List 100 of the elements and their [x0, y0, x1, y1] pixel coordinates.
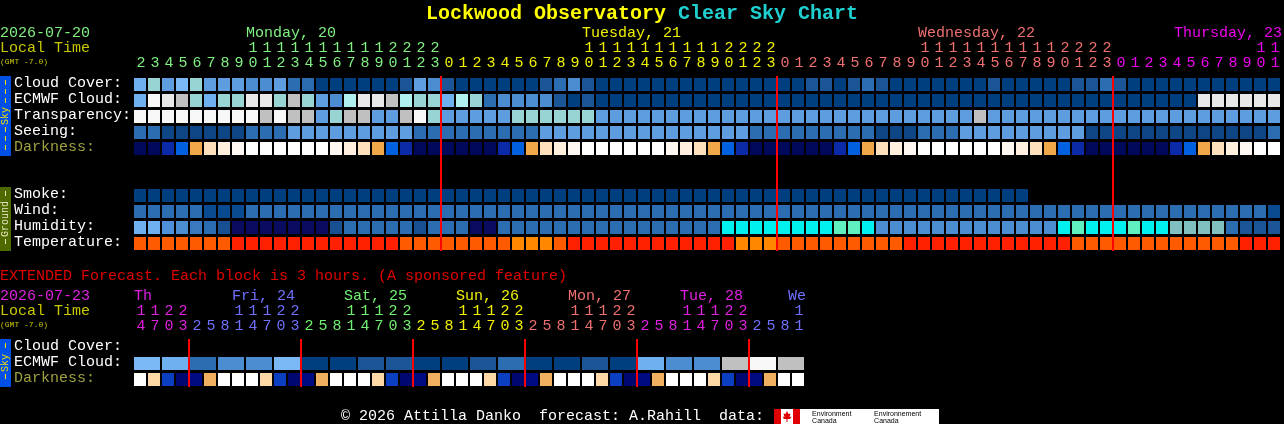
hour-label: 1 — [458, 56, 468, 71]
hour-label: 14 — [696, 304, 706, 334]
row-label: Smoke: — [14, 187, 69, 203]
hour-label: 5 — [206, 319, 216, 334]
hour-label: 17 — [346, 41, 356, 71]
hour-label: 4 — [1172, 56, 1182, 71]
hour-label: 19 — [710, 41, 720, 71]
hour-label: 17 — [1018, 41, 1028, 71]
hour-label: 14 — [360, 304, 370, 334]
midnight-line — [748, 339, 750, 387]
hour-label: 3 — [822, 56, 832, 71]
hour-label: 11 — [234, 304, 244, 334]
day-label: Thursday, 23 — [1174, 26, 1283, 41]
hour-label: 8 — [220, 319, 230, 334]
hour-label: 18 — [696, 41, 706, 71]
hour-label: 15 — [990, 41, 1000, 71]
day-label: Mon, 27 — [568, 289, 631, 304]
hour-label: 15 — [654, 41, 664, 71]
row-label: Darkness: — [14, 371, 96, 387]
hour-label: 22 — [1088, 41, 1098, 71]
hour-label: 6 — [192, 56, 202, 71]
hour-label: 5 — [542, 319, 552, 334]
hour-label: 11 — [346, 304, 356, 334]
midnight-line — [636, 339, 638, 387]
hour-label: 23 — [626, 304, 636, 334]
hour-label: 23 — [1102, 41, 1112, 71]
hour-label: 14 — [584, 304, 594, 334]
hour-label: 8 — [556, 319, 566, 334]
hour-label: 5 — [318, 319, 328, 334]
day-label: Monday, 20 — [246, 26, 336, 41]
time-label: Local Time — [0, 41, 91, 56]
hour-label: 11 — [598, 41, 608, 71]
hour-label: 22 — [752, 41, 762, 71]
hour-label: 11 — [794, 304, 804, 334]
row-label: Temperature: — [14, 235, 124, 251]
hour-label: 14 — [304, 41, 314, 71]
row-label: Cloud Cover: — [14, 76, 124, 92]
hour-label: 21 — [1074, 41, 1084, 71]
hour-label: 2 — [304, 319, 314, 334]
time-label: Local Time — [0, 304, 91, 319]
hour-label: 20 — [388, 41, 398, 71]
hour-label: 1 — [794, 56, 804, 71]
hour-label: 17 — [682, 41, 692, 71]
hour-label: 7 — [878, 56, 888, 71]
hour-label: 6 — [528, 56, 538, 71]
row-label: Wind: — [14, 203, 60, 219]
day-label: Sun, 26 — [456, 289, 519, 304]
hour-label: 4 — [500, 56, 510, 71]
hour-label: 9 — [906, 56, 916, 71]
hour-label: 18 — [1032, 41, 1042, 71]
hour-label: 10 — [248, 41, 258, 71]
hour-label: 23 — [178, 304, 188, 334]
hour-label: 2 — [808, 56, 818, 71]
hour-label: 13 — [290, 41, 300, 71]
hour-label: 10 — [1256, 41, 1266, 71]
midnight-line — [188, 339, 190, 387]
hour-label: 14 — [248, 304, 258, 334]
hour-label: 11 — [570, 304, 580, 334]
hour-label: 11 — [262, 41, 272, 71]
forecast-credit: forecast: A.Rahill — [539, 409, 702, 424]
hour-label: 18 — [360, 41, 370, 71]
hour-label: 17 — [374, 304, 384, 334]
hour-label: 6 — [1200, 56, 1210, 71]
hour-label: 19 — [374, 41, 384, 71]
hour-label: 12 — [612, 41, 622, 71]
midnight-line — [524, 339, 526, 387]
hour-label: 3 — [150, 56, 160, 71]
day-label: Tuesday, 21 — [582, 26, 682, 41]
date-label: 2026-07-20 — [0, 26, 91, 41]
hour-label: 20 — [724, 41, 734, 71]
day-label: Wednesday, 22 — [918, 26, 1036, 41]
row-label: Humidity: — [14, 219, 96, 235]
day-label: Tue, 28 — [680, 289, 743, 304]
extended-caption: EXTENDED Forecast. Each block is 3 hours. (A sponsored feature) — [0, 269, 569, 285]
hour-label: 14 — [976, 41, 986, 71]
row-label: ECMWF Cloud: — [14, 355, 124, 371]
timezone-label: (GMT -7.0) — [0, 56, 49, 68]
hour-label: 14 — [136, 304, 146, 334]
day-label: Th — [134, 289, 152, 304]
hour-label: 7 — [1214, 56, 1224, 71]
hour-label: 14 — [640, 41, 650, 71]
hour-label: 0 — [444, 56, 454, 71]
hour-label: 17 — [486, 304, 496, 334]
hour-label: 5 — [654, 319, 664, 334]
hour-label: 2 — [752, 319, 762, 334]
hour-label: 5 — [178, 56, 188, 71]
date-label: 2026-07-23 — [0, 289, 91, 304]
hour-label: 10 — [584, 41, 594, 71]
hour-label: 10 — [920, 41, 930, 71]
hour-label: 8 — [1228, 56, 1238, 71]
chart-title: Clear Sky Chart — [678, 1, 859, 25]
hour-label: 0 — [1116, 56, 1126, 71]
day-label: We — [788, 289, 806, 304]
hour-label: 4 — [836, 56, 846, 71]
hour-label: 1 — [1130, 56, 1140, 71]
hour-label: 4 — [164, 56, 174, 71]
hour-label: 2 — [1144, 56, 1154, 71]
hour-label: 20 — [164, 304, 174, 334]
hour-label: 6 — [864, 56, 874, 71]
hour-label: 12 — [276, 41, 286, 71]
